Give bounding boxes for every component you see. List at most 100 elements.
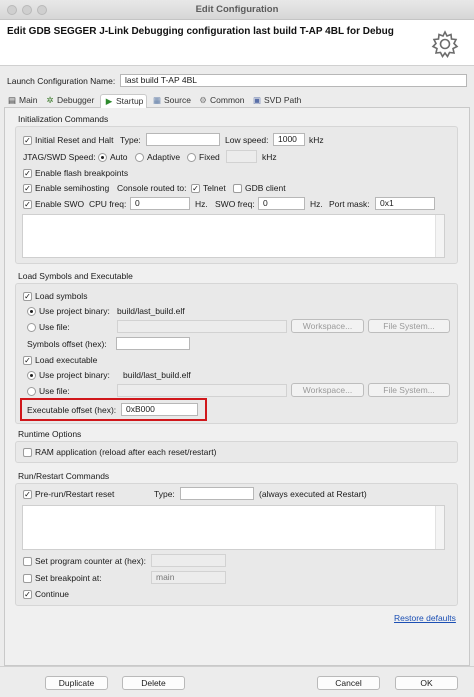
restore-defaults-link[interactable]: Restore defaults bbox=[394, 613, 456, 624]
set-breakpoint-input[interactable]: main bbox=[151, 571, 226, 584]
exec-use-file-radio[interactable] bbox=[27, 387, 36, 396]
load-executable-label: Load executable bbox=[35, 355, 98, 365]
run-commands-scrollbar[interactable] bbox=[435, 506, 444, 549]
reset-type-input[interactable] bbox=[146, 133, 220, 146]
window-title: Edit Configuration bbox=[195, 4, 279, 15]
speed-auto-radio[interactable] bbox=[98, 153, 107, 162]
speed-fixed-label: Fixed bbox=[199, 152, 220, 162]
continue-label: Continue bbox=[35, 589, 70, 599]
delete-button[interactable]: Delete bbox=[122, 676, 185, 690]
low-speed-input[interactable]: 1000 bbox=[273, 133, 305, 146]
launch-config-name-input[interactable]: last build T-AP 4BL bbox=[120, 74, 467, 87]
gdb-client-label: GDB client bbox=[245, 183, 286, 193]
gdb-client-checkbox[interactable] bbox=[233, 184, 242, 193]
swo-freq-label: SWO freq: bbox=[215, 199, 255, 209]
port-mask-input[interactable]: 0x1 bbox=[375, 197, 435, 210]
run-restart-title: Run/Restart Commands bbox=[18, 471, 110, 481]
tab-debugger[interactable]: ✲ Debugger bbox=[45, 94, 94, 108]
continue-checkbox[interactable]: ✓ bbox=[23, 590, 32, 599]
symbols-workspace-button[interactable]: Workspace... bbox=[291, 319, 364, 333]
tab-svd-path[interactable]: ▣ SVD Path bbox=[252, 94, 301, 108]
symbols-use-file-label: Use file: bbox=[39, 322, 70, 332]
cpu-freq-unit: Hz. bbox=[195, 199, 208, 209]
pre-run-type-input[interactable] bbox=[180, 487, 254, 500]
duplicate-button[interactable]: Duplicate bbox=[45, 676, 108, 690]
set-pc-checkbox[interactable] bbox=[23, 557, 32, 566]
speed-auto-label: Auto bbox=[110, 152, 128, 162]
symbols-file-system-button[interactable]: File System... bbox=[368, 319, 450, 333]
exec-workspace-button[interactable]: Workspace... bbox=[291, 383, 364, 397]
load-symbols-label: Load symbols bbox=[35, 291, 88, 301]
swo-label: Enable SWO bbox=[35, 199, 85, 209]
set-breakpoint-label: Set breakpoint at: bbox=[35, 573, 102, 583]
ram-application-checkbox[interactable] bbox=[23, 448, 32, 457]
svd-icon: ▣ bbox=[252, 95, 262, 105]
set-breakpoint-checkbox[interactable] bbox=[23, 574, 32, 583]
dialog-title: Edit GDB SEGGER J-Link Debugging configu… bbox=[7, 26, 394, 37]
exec-binary-path: build/last_build.elf bbox=[123, 370, 191, 380]
debugger-icon: ✲ bbox=[46, 95, 54, 105]
gear-icon bbox=[431, 30, 459, 59]
set-pc-input[interactable] bbox=[151, 554, 226, 567]
cpu-freq-label: CPU freq: bbox=[89, 199, 127, 209]
always-executed-label: (always executed at Restart) bbox=[259, 489, 367, 499]
console-routed-label: Console routed to: bbox=[117, 183, 187, 193]
telnet-label: Telnet bbox=[203, 183, 226, 193]
tab-startup[interactable]: ▶ Startup bbox=[100, 94, 148, 108]
symbols-file-input[interactable] bbox=[117, 320, 287, 333]
symbols-use-file-radio[interactable] bbox=[27, 323, 36, 332]
port-mask-label: Port mask: bbox=[329, 199, 370, 209]
main-icon: ▤ bbox=[7, 95, 17, 105]
fixed-speed-unit: kHz bbox=[262, 152, 277, 162]
init-commands-textarea[interactable] bbox=[22, 214, 445, 258]
load-executable-checkbox[interactable]: ✓ bbox=[23, 356, 32, 365]
pre-run-reset-checkbox[interactable]: ✓ bbox=[23, 490, 32, 499]
telnet-checkbox[interactable]: ✓ bbox=[191, 184, 200, 193]
ok-button[interactable]: OK bbox=[395, 676, 458, 690]
jtag-speed-label: JTAG/SWD Speed: bbox=[23, 152, 96, 162]
init-commands-scrollbar[interactable] bbox=[435, 215, 444, 257]
tab-common[interactable]: ⚙ Common bbox=[198, 94, 244, 108]
run-commands-textarea[interactable] bbox=[22, 505, 445, 550]
symbols-binary-path: build/last_build.elf bbox=[117, 306, 185, 316]
exec-project-binary-radio[interactable] bbox=[27, 371, 36, 380]
tab-main[interactable]: ▤ Main bbox=[7, 94, 37, 108]
source-icon: ▦ bbox=[152, 95, 162, 105]
exec-file-input[interactable] bbox=[117, 384, 287, 397]
exec-project-binary-label: Use project binary: bbox=[39, 370, 110, 380]
footer-divider bbox=[0, 666, 474, 667]
low-speed-label: Low speed: bbox=[225, 135, 269, 145]
swo-freq-input[interactable]: 0 bbox=[258, 197, 305, 210]
dialog-header: Edit GDB SEGGER J-Link Debugging configu… bbox=[0, 20, 474, 66]
pre-run-reset-label: Pre-run/Restart reset bbox=[35, 489, 115, 499]
semihosting-label: Enable semihosting bbox=[35, 183, 110, 193]
speed-adaptive-radio[interactable] bbox=[135, 153, 144, 162]
launch-config-label: Launch Configuration Name: bbox=[7, 76, 116, 86]
cancel-button[interactable]: Cancel bbox=[317, 676, 380, 690]
symbols-project-binary-label: Use project binary: bbox=[39, 306, 110, 316]
symbols-project-binary-radio[interactable] bbox=[27, 307, 36, 316]
swo-checkbox[interactable]: ✓ bbox=[23, 200, 32, 209]
fixed-speed-input[interactable] bbox=[226, 150, 257, 163]
symbols-offset-input[interactable] bbox=[116, 337, 190, 350]
speed-fixed-radio[interactable] bbox=[187, 153, 196, 162]
set-pc-label: Set program counter at (hex): bbox=[35, 556, 147, 566]
speed-adaptive-label: Adaptive bbox=[147, 152, 181, 162]
reset-type-label: Type: bbox=[120, 135, 141, 145]
exec-offset-highlight bbox=[20, 398, 207, 421]
exec-use-file-label: Use file: bbox=[39, 386, 70, 396]
exec-file-system-button[interactable]: File System... bbox=[368, 383, 450, 397]
initial-reset-label: Initial Reset and Halt bbox=[35, 135, 114, 145]
cpu-freq-input[interactable]: 0 bbox=[130, 197, 190, 210]
runtime-options-title: Runtime Options bbox=[18, 429, 82, 439]
initial-reset-checkbox[interactable]: ✓ bbox=[23, 136, 32, 145]
semihosting-checkbox[interactable]: ✓ bbox=[23, 184, 32, 193]
flash-breakpoints-label: Enable flash breakpoints bbox=[35, 168, 129, 178]
startup-icon: ▶ bbox=[105, 96, 113, 106]
tab-source[interactable]: ▦ Source bbox=[152, 94, 191, 108]
load-symbols-checkbox[interactable]: ✓ bbox=[23, 292, 32, 301]
load-symbols-title: Load Symbols and Executable bbox=[18, 271, 133, 281]
ram-application-label: RAM application (reload after each reset… bbox=[35, 447, 217, 457]
common-icon: ⚙ bbox=[199, 95, 207, 105]
flash-breakpoints-checkbox[interactable]: ✓ bbox=[23, 169, 32, 178]
